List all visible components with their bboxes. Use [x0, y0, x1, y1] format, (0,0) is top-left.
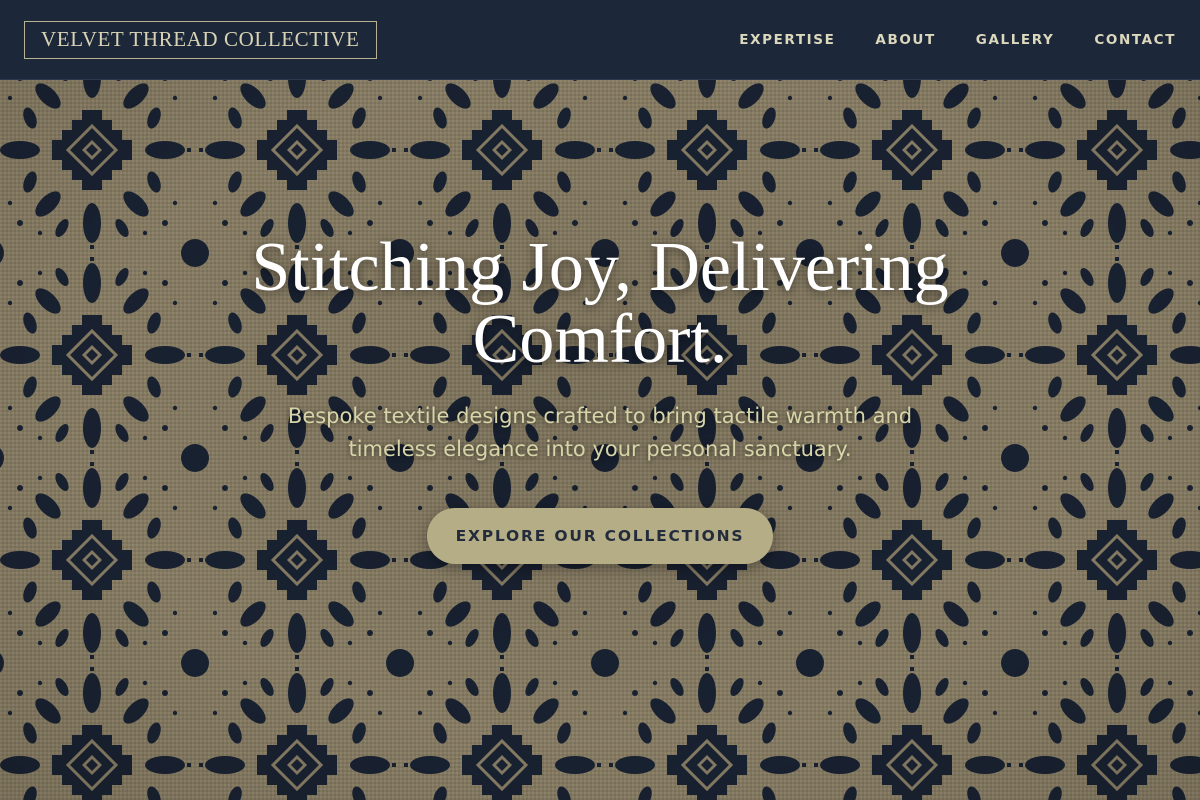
nav-link-about[interactable]: ABOUT — [875, 32, 935, 48]
brand-logo[interactable]: VELVET THREAD COLLECTIVE — [24, 20, 377, 59]
nav-link-expertise[interactable]: EXPERTISE — [739, 32, 835, 48]
nav-link-gallery[interactable]: GALLERY — [976, 32, 1055, 48]
hero-content: Stitching Joy, Delivering Comfort. Bespo… — [0, 232, 1200, 564]
hero-title: Stitching Joy, Delivering Comfort. — [251, 229, 949, 378]
main-nav: EXPERTISE ABOUT GALLERY CONTACT — [699, 32, 1176, 48]
hero-section: Stitching Joy, Delivering Comfort. Bespo… — [0, 80, 1200, 800]
site-header: VELVET THREAD COLLECTIVE EXPERTISE ABOUT… — [0, 0, 1200, 80]
explore-collections-button[interactable]: EXPLORE OUR COLLECTIONS — [427, 508, 773, 564]
nav-link-contact[interactable]: CONTACT — [1094, 32, 1176, 48]
hero-subtitle: Bespoke textile designs crafted to bring… — [287, 404, 913, 461]
